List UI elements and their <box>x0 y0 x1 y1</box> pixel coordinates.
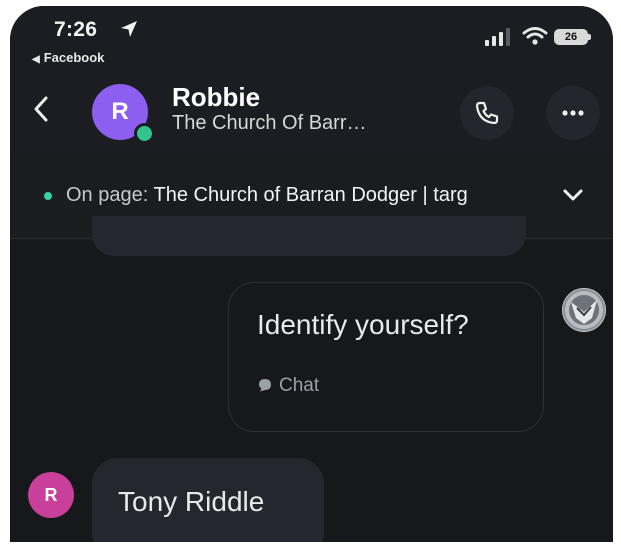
call-button[interactable] <box>460 86 514 140</box>
location-arrow-icon <box>121 21 137 37</box>
page-context-dot <box>44 192 52 200</box>
more-options-button[interactable] <box>546 86 600 140</box>
chat-screen: 7:26 ◀ Facebook 26 R Robbie The Church Of… <box>10 6 613 542</box>
wifi-icon <box>522 27 548 45</box>
outgoing-message-text: Identify yourself? <box>257 309 469 340</box>
sender-avatar[interactable]: R <box>28 472 74 518</box>
contact-subtitle[interactable]: The Church Of Barr… <box>172 112 440 135</box>
outgoing-message-bubble[interactable]: Identify yourself? Chat <box>228 282 544 432</box>
back-app-label: Facebook <box>43 50 105 65</box>
previous-message-bubble[interactable] <box>92 216 526 256</box>
incoming-message-text: Tony Riddle <box>118 486 265 517</box>
my-avatar[interactable] <box>562 288 606 332</box>
online-status-dot <box>134 123 155 144</box>
page-context-title: The Church of Barran Dodger | targ <box>153 184 468 206</box>
more-dots-icon <box>562 110 584 116</box>
message-channel-label: Chat <box>279 375 320 396</box>
chat-header: R Robbie The Church Of Barr… <box>10 70 613 152</box>
chat-bubble-icon <box>259 379 271 392</box>
back-to-app-link[interactable]: ◀ Facebook <box>32 50 104 65</box>
page-context-prefix: On page: <box>66 184 154 206</box>
back-triangle-icon: ◀ <box>32 54 40 65</box>
chevron-down-icon[interactable] <box>562 188 584 202</box>
back-chevron-icon[interactable] <box>30 94 52 124</box>
status-bar: 7:26 ◀ Facebook 26 <box>10 6 613 70</box>
incoming-message-bubble[interactable]: Tony Riddle <box>92 458 324 542</box>
message-channel-tag: Chat <box>257 375 319 397</box>
profile-photo-icon <box>562 288 606 332</box>
battery-indicator: 26 <box>554 29 591 45</box>
contact-name[interactable]: Robbie <box>172 82 260 113</box>
cellular-signal-icon <box>485 28 510 46</box>
page-context-text: On page: The Church of Barran Dodger | t… <box>66 184 558 207</box>
status-time: 7:26 <box>54 18 98 41</box>
phone-icon <box>475 101 499 125</box>
